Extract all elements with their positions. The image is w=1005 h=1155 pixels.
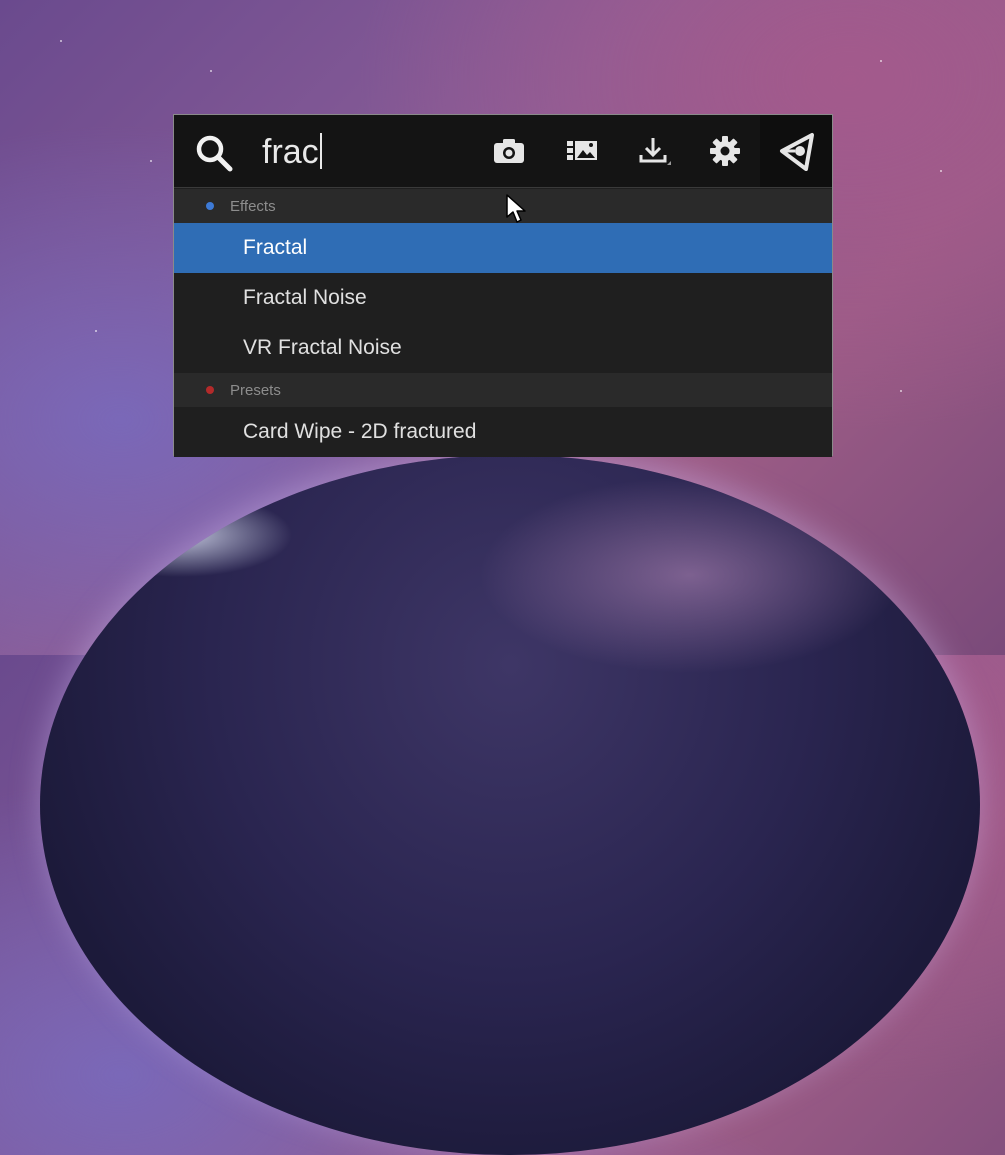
result-item-label: Fractal — [243, 236, 308, 259]
search-query: frac — [262, 133, 319, 171]
gear-icon — [710, 136, 740, 166]
search-bar: frac — [174, 115, 832, 187]
camera-icon — [494, 139, 524, 163]
mouse-pointer-icon — [505, 193, 527, 225]
category-label: Effects — [230, 198, 276, 215]
image-icon — [567, 141, 597, 160]
settings-button[interactable] — [707, 133, 743, 169]
category-label: Presets — [230, 382, 281, 399]
result-item-vr-fractal-noise[interactable]: VR Fractal Noise — [174, 323, 832, 373]
result-item-fractal-noise[interactable]: Fractal Noise — [174, 273, 832, 323]
result-item-label: Fractal Noise — [243, 286, 367, 309]
planet-background — [40, 455, 980, 1155]
download-icon — [639, 138, 671, 165]
category-dot — [206, 386, 214, 394]
search-icon — [194, 133, 234, 173]
image-button[interactable] — [564, 133, 600, 169]
category-dot — [206, 202, 214, 210]
divider — [174, 187, 832, 188]
result-item-fractal[interactable]: Fractal — [174, 223, 832, 273]
quick-search-panel: frac Effects Fractal Fractal Noise VR Fr… — [173, 114, 833, 457]
result-item-card-wipe[interactable]: Card Wipe - 2D fractured — [174, 407, 832, 457]
download-button[interactable] — [635, 133, 671, 169]
text-caret — [319, 133, 322, 169]
result-item-label: VR Fractal Noise — [243, 336, 402, 359]
category-header-effects: Effects — [174, 189, 832, 223]
search-input[interactable]: frac — [262, 132, 322, 172]
category-header-presets: Presets — [174, 373, 832, 407]
plugin-logo-icon — [780, 133, 814, 171]
camera-button[interactable] — [491, 133, 527, 169]
plugin-logo-button[interactable] — [760, 115, 832, 187]
result-item-label: Card Wipe - 2D fractured — [243, 420, 477, 443]
